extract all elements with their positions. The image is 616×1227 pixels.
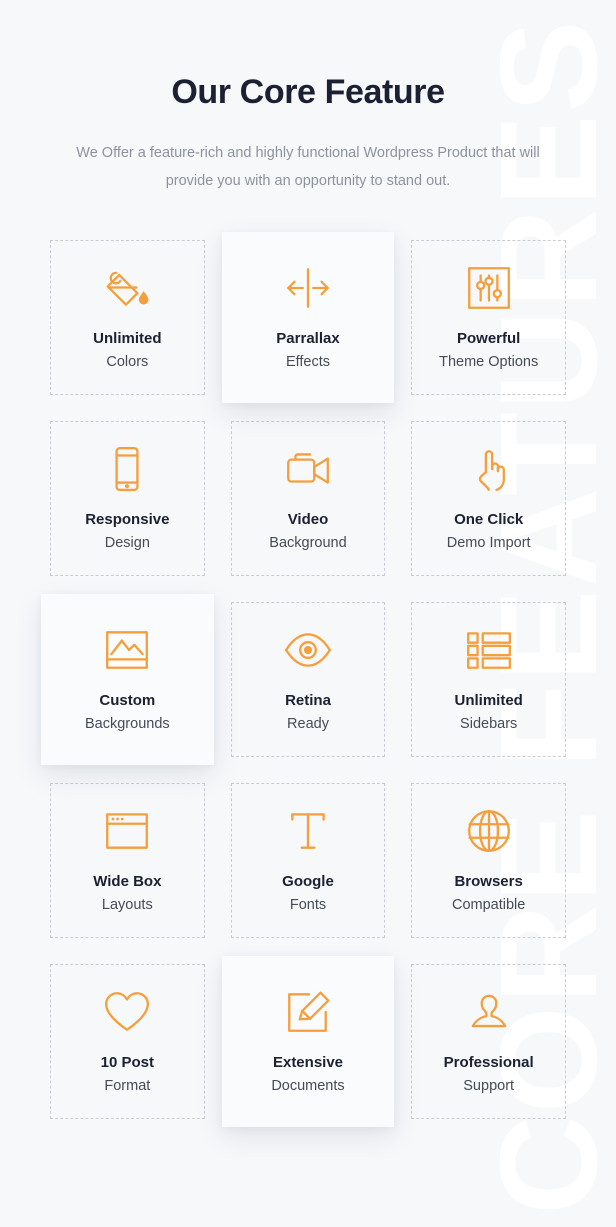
- feature-card-subtitle: Fonts: [289, 896, 327, 913]
- section-header: Our Core Feature We Offer a feature-rich…: [50, 0, 566, 195]
- feature-card-title: One Click: [454, 511, 524, 529]
- pointing-hand-icon: [464, 443, 514, 495]
- feature-card-title: Parrallax: [276, 330, 340, 348]
- feature-card[interactable]: Browsers Compatible: [411, 783, 566, 939]
- feature-card[interactable]: Custom Backgrounds: [41, 594, 214, 766]
- feature-card-title: Unlimited: [454, 692, 523, 710]
- core-feature-section: Our Core Feature We Offer a feature-rich…: [0, 0, 616, 1227]
- heart-icon: [102, 986, 152, 1038]
- feature-card-title: Unlimited: [93, 330, 162, 348]
- text-type-icon: [283, 805, 333, 857]
- image-picture-icon: [102, 624, 152, 676]
- feature-card-title: Powerful: [456, 330, 521, 348]
- feature-card-subtitle: Effects: [285, 353, 331, 370]
- feature-card-title: 10 Post: [100, 1054, 154, 1072]
- feature-card[interactable]: Professional Support: [411, 964, 566, 1120]
- feature-card-title: Custom: [99, 692, 156, 710]
- feature-card-title: Retina: [285, 692, 331, 710]
- feature-card[interactable]: Wide Box Layouts: [50, 783, 205, 939]
- feature-card[interactable]: Powerful Theme Options: [411, 240, 566, 396]
- feature-card[interactable]: Extensive Documents: [221, 956, 395, 1128]
- feature-card-title: Wide Box: [93, 873, 162, 891]
- feature-card-subtitle: Support: [463, 1077, 515, 1094]
- feature-card-subtitle: Backgrounds: [85, 715, 170, 732]
- user-person-icon: [464, 986, 514, 1038]
- feature-card-title: Professional: [443, 1054, 534, 1072]
- video-camera-icon: [283, 443, 333, 495]
- sliders-icon: [464, 262, 514, 314]
- feature-grid: Unlimited Colors Parrallax Effects Powerful T…: [41, 232, 566, 1128]
- feature-card-subtitle: Format: [104, 1077, 151, 1094]
- pencil-edit-icon: [283, 986, 333, 1038]
- feature-card[interactable]: Responsive Design: [50, 421, 205, 577]
- page-subtitle: We Offer a feature-rich and highly funct…: [76, 144, 540, 190]
- sidebar-list-icon: [464, 624, 514, 676]
- eye-icon: [283, 624, 333, 676]
- feature-card-subtitle: Demo Import: [446, 534, 531, 551]
- mobile-phone-icon: [102, 443, 152, 495]
- paint-bucket-icon: [102, 262, 152, 314]
- feature-card-subtitle: Layouts: [101, 896, 153, 913]
- feature-card-subtitle: Background: [269, 534, 347, 551]
- feature-card-subtitle: Ready: [287, 715, 329, 732]
- feature-card-title: Browsers: [454, 873, 523, 891]
- feature-card[interactable]: Google Fonts: [230, 783, 386, 939]
- browser-window-icon: [102, 805, 152, 857]
- feature-card-title: Google: [282, 873, 334, 891]
- feature-card-subtitle: Colors: [106, 353, 149, 370]
- feature-card-subtitle: Theme Options: [439, 353, 539, 370]
- feature-card[interactable]: Retina Ready: [230, 602, 386, 758]
- globe-icon: [464, 805, 514, 857]
- feature-card-subtitle: Design: [104, 534, 150, 551]
- feature-card[interactable]: Video Background: [230, 421, 386, 577]
- feature-card[interactable]: 10 Post Format: [50, 964, 205, 1120]
- parallax-arrows-icon: [283, 262, 333, 314]
- feature-card-title: Responsive: [85, 511, 170, 529]
- page-title: Our Core Feature: [171, 73, 445, 111]
- feature-card-title: Video: [287, 511, 329, 529]
- feature-card-subtitle: Compatible: [451, 896, 526, 913]
- feature-card-subtitle: Sidebars: [460, 715, 518, 732]
- feature-card-title: Extensive: [272, 1054, 344, 1072]
- feature-card[interactable]: One Click Demo Import: [411, 421, 566, 577]
- feature-card[interactable]: Unlimited Sidebars: [411, 602, 566, 758]
- feature-card[interactable]: Unlimited Colors: [50, 240, 205, 396]
- feature-card[interactable]: Parrallax Effects: [221, 232, 395, 404]
- feature-card-subtitle: Documents: [271, 1077, 345, 1094]
